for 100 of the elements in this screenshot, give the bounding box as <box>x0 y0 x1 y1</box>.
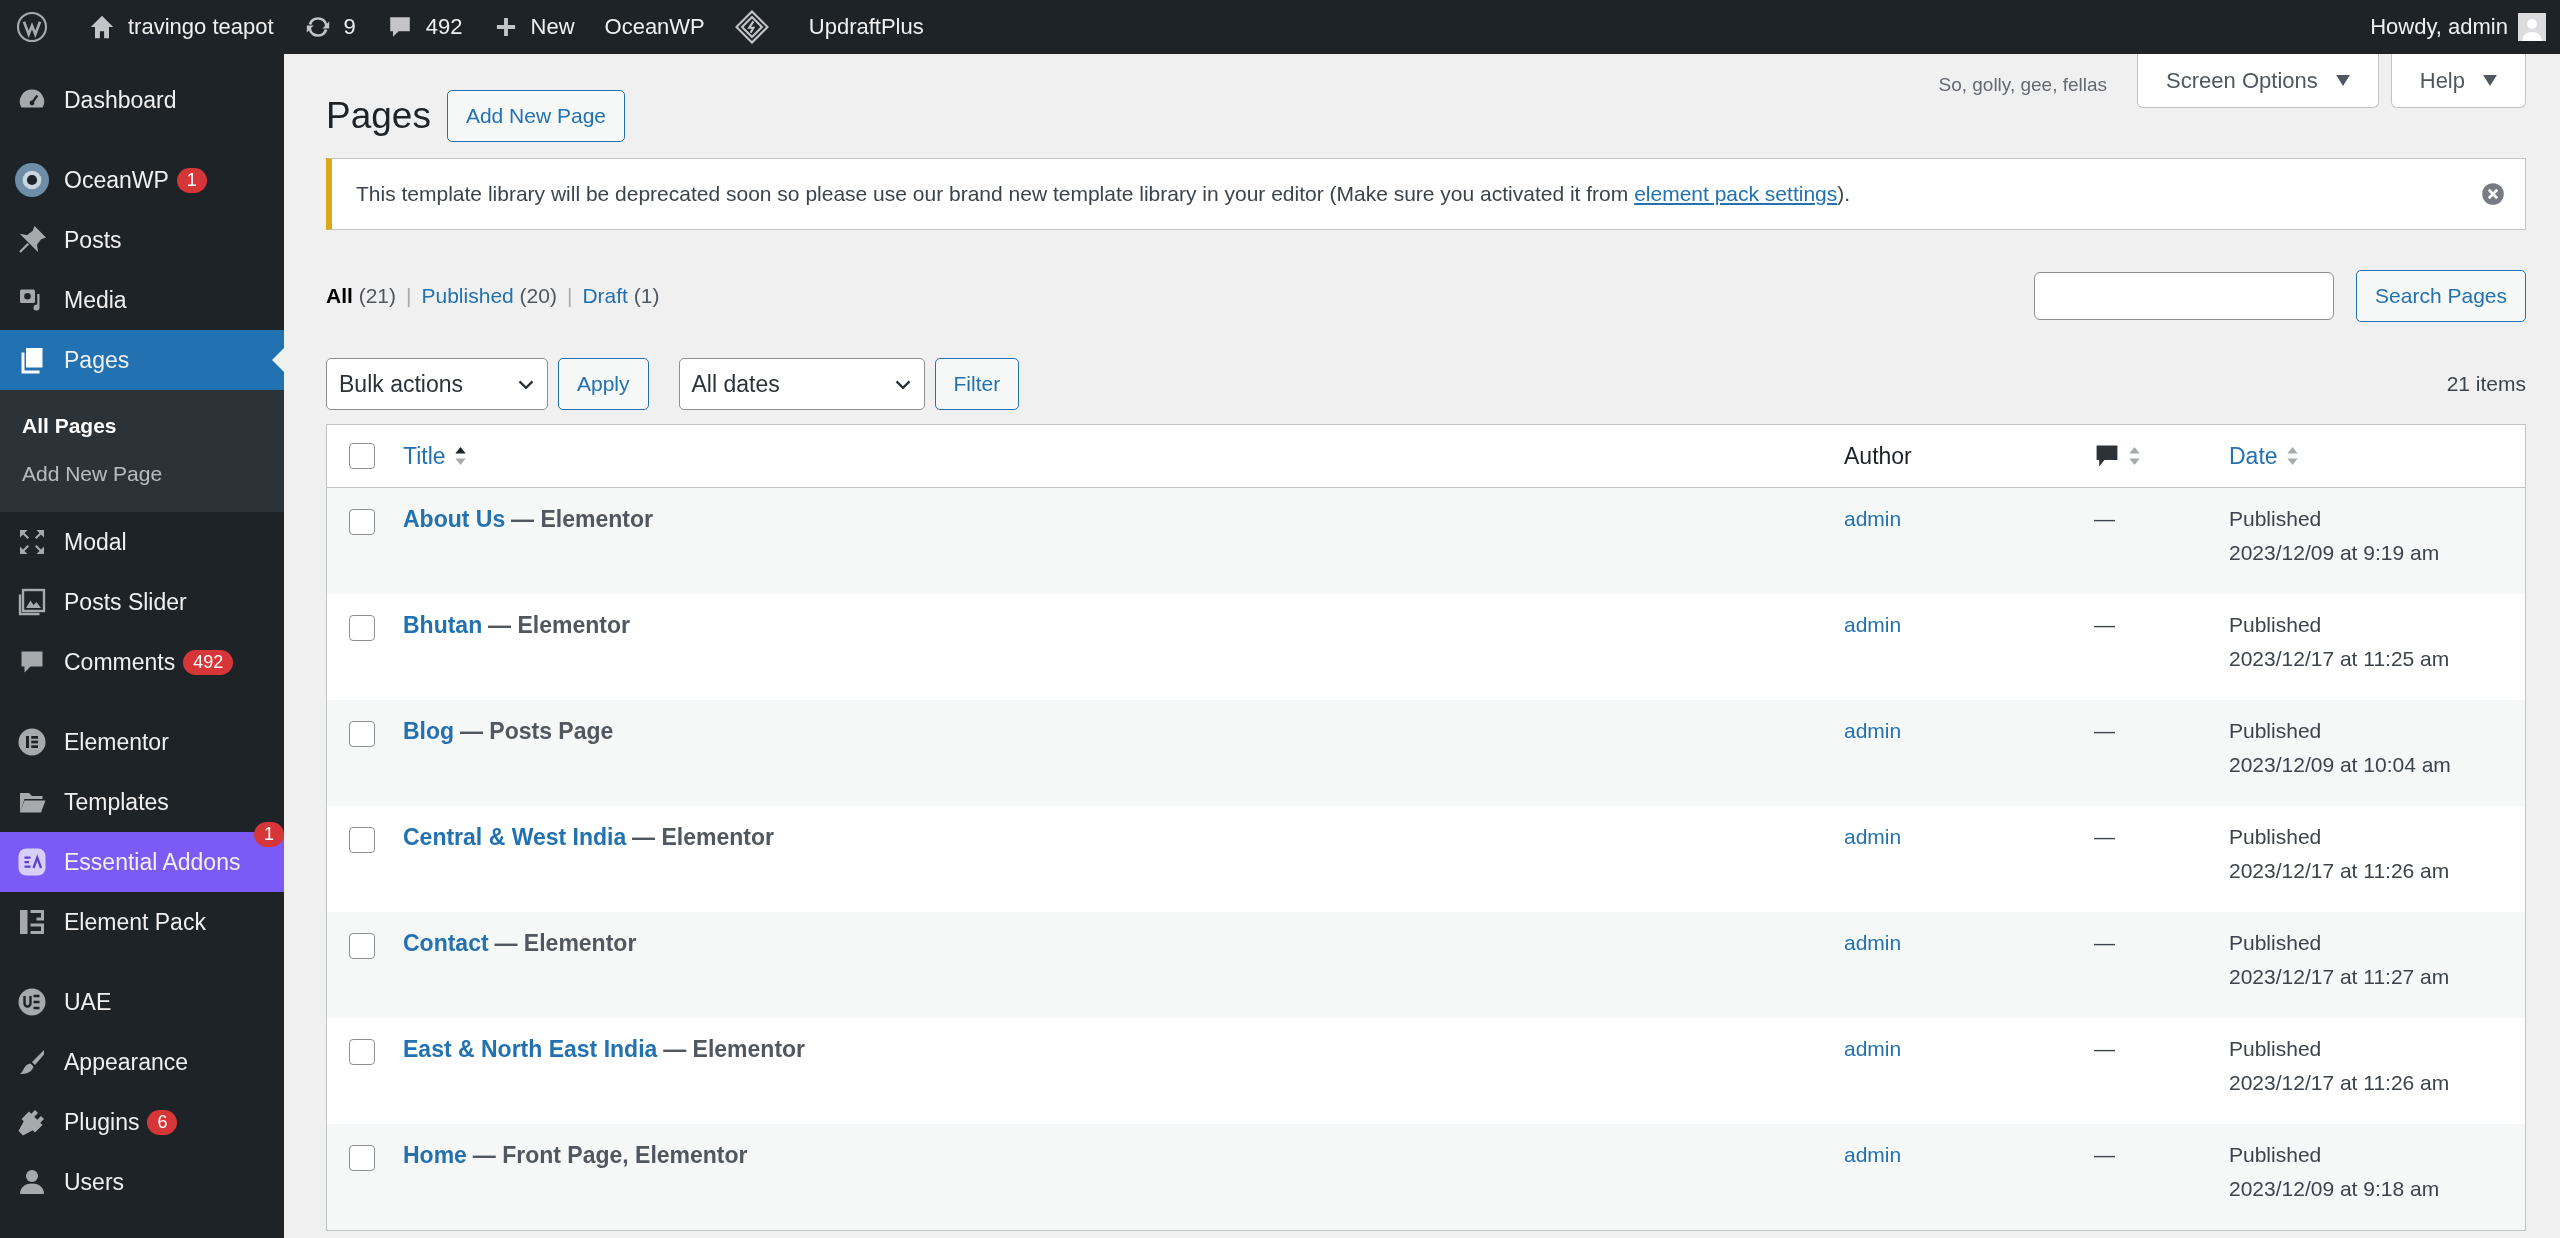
menu-label: Media <box>64 286 127 314</box>
menu-label: UAE <box>64 988 112 1016</box>
search-field[interactable] <box>2034 272 2335 320</box>
screen-tab[interactable]: Help <box>2390 54 2526 108</box>
page-title-link[interactable]: Contact <box>403 930 489 956</box>
new-link[interactable]: New <box>492 14 575 40</box>
elementor-icon <box>17 727 47 757</box>
filter-link[interactable]: Draft (1) <box>582 284 660 308</box>
menu-label: Elementor <box>64 728 169 756</box>
date-text: 2023/12/17 at 11:26 am <box>2229 858 2451 884</box>
caret-icon <box>2483 75 2497 86</box>
greeting-text[interactable]: Howdy, admin <box>2370 14 2508 40</box>
row-checkbox[interactable] <box>349 615 375 642</box>
separator-text: | <box>566 284 573 308</box>
menu-item[interactable]: Users <box>0 1152 284 1212</box>
author-link[interactable]: admin <box>1844 931 1902 954</box>
menu-label: Users <box>64 1168 125 1196</box>
menu-item[interactable]: Plugins 6 <box>0 1092 284 1152</box>
row-checkbox[interactable] <box>349 933 375 960</box>
author-link[interactable]: admin <box>1844 1143 1902 1166</box>
submenu-item[interactable]: All Pages <box>0 402 284 450</box>
post-state: — Elementor <box>488 612 630 638</box>
menu-item[interactable]: Element Pack <box>0 892 284 952</box>
count-badge: 1 <box>176 167 207 193</box>
menu-item[interactable]: Appearance <box>0 1032 284 1092</box>
menu-label: Appearance <box>64 1048 189 1076</box>
circle-badge-icon <box>17 987 47 1017</box>
menu-item[interactable]: Comments 492 <box>0 632 284 692</box>
page-title-link[interactable]: Central & West India <box>403 824 627 850</box>
menu-item[interactable]: Elementor <box>0 712 284 772</box>
wordpress-logo-icon[interactable] <box>16 11 48 43</box>
menu-item[interactable]: UAE <box>0 972 284 1032</box>
item-count: 21 items <box>2446 372 2526 396</box>
row-checkbox[interactable] <box>349 1039 375 1066</box>
menu-label: Modal <box>64 528 127 556</box>
date-text: 2023/12/09 at 9:18 am <box>2229 1176 2441 1202</box>
column-sort-link[interactable]: Title <box>403 439 446 473</box>
close-icon[interactable] <box>2481 182 2505 206</box>
comments-link[interactable]: 492 <box>385 13 463 41</box>
expand-icon <box>17 527 47 557</box>
menu-label: Element Pack <box>64 908 206 936</box>
date-text: 2023/12/09 at 10:04 am <box>2229 752 2452 778</box>
settings-link[interactable]: element pack settings <box>1634 182 1838 205</box>
menu-item[interactable]: Modal <box>0 512 284 572</box>
menu-item[interactable]: Posts Slider <box>0 572 284 632</box>
status-text: Published <box>2229 1036 2323 1062</box>
post-state: — Elementor <box>632 824 774 850</box>
site-name-link[interactable]: travingo teapot <box>88 13 274 41</box>
date-text: 2023/12/17 at 11:27 am <box>2229 964 2451 990</box>
row-checkbox[interactable] <box>349 827 375 854</box>
menu-item[interactable]: OceanWP 1 <box>0 150 284 210</box>
select-all-checkbox[interactable] <box>349 443 375 469</box>
filter-link[interactable]: All (21) <box>326 284 397 308</box>
row-checkbox[interactable] <box>349 1145 375 1172</box>
menu-link[interactable]: OceanWP <box>604 14 705 40</box>
user-icon <box>17 1167 47 1197</box>
filter-button[interactable]: Filter <box>934 358 1020 410</box>
row-checkbox[interactable] <box>349 509 375 536</box>
menu-label: Comments <box>64 648 176 676</box>
author-link[interactable]: admin <box>1844 719 1902 742</box>
page-title-link[interactable]: Bhutan <box>403 612 483 638</box>
apply-button[interactable]: Apply <box>558 358 649 410</box>
author-link[interactable]: admin <box>1844 1037 1902 1060</box>
author-link[interactable]: admin <box>1844 613 1902 636</box>
menu-item[interactable]: Media <box>0 270 284 330</box>
menu-item[interactable]: Pages <box>0 330 284 390</box>
menu-item[interactable]: Posts <box>0 210 284 270</box>
author-link[interactable]: admin <box>1844 507 1902 530</box>
comment-count: — <box>2094 825 2115 848</box>
date-text: 2023/12/17 at 11:25 am <box>2229 646 2451 672</box>
submenu-item[interactable]: Add New Page <box>0 450 284 498</box>
date-text: 2023/12/17 at 11:26 am <box>2229 1070 2451 1096</box>
plug-icon <box>17 1107 47 1137</box>
filter-link[interactable]: Published (20) <box>421 284 557 308</box>
status-text: Published <box>2229 824 2323 850</box>
screen-tab[interactable]: Screen Options <box>2137 54 2379 108</box>
page-title-link[interactable]: Home <box>403 1142 467 1168</box>
menu-item[interactable]: Dashboard <box>0 70 284 130</box>
column-sort-link[interactable]: Date <box>2229 439 2278 473</box>
page-title-link[interactable]: East & North East India <box>403 1036 658 1062</box>
page-title-link[interactable]: Blog <box>403 718 455 744</box>
add-new-button[interactable]: Add New Page <box>446 90 625 142</box>
updates-link[interactable]: 9 <box>303 13 356 41</box>
author-link[interactable]: admin <box>1844 825 1902 848</box>
row-checkbox[interactable] <box>349 721 375 748</box>
status-text: Published <box>2229 1142 2323 1168</box>
ring-icon <box>15 163 49 197</box>
status-text: Published <box>2229 930 2323 956</box>
menu-label: Posts Slider <box>64 588 187 616</box>
date-select[interactable]: All dates <box>678 358 925 410</box>
comment-count: — <box>2094 613 2115 636</box>
comment-count: — <box>2094 507 2115 530</box>
menu-label: Dashboard <box>64 86 177 114</box>
page-title-link[interactable]: About Us <box>403 506 506 532</box>
status-text: Published <box>2229 506 2323 532</box>
bulk-actions-select[interactable]: Bulk actions <box>326 358 548 410</box>
comment-count: — <box>2094 719 2115 742</box>
diamond-icon[interactable] <box>734 10 769 44</box>
search-button[interactable]: Search Pages <box>2356 270 2526 322</box>
menu-link[interactable]: UpdraftPlus <box>808 14 924 40</box>
